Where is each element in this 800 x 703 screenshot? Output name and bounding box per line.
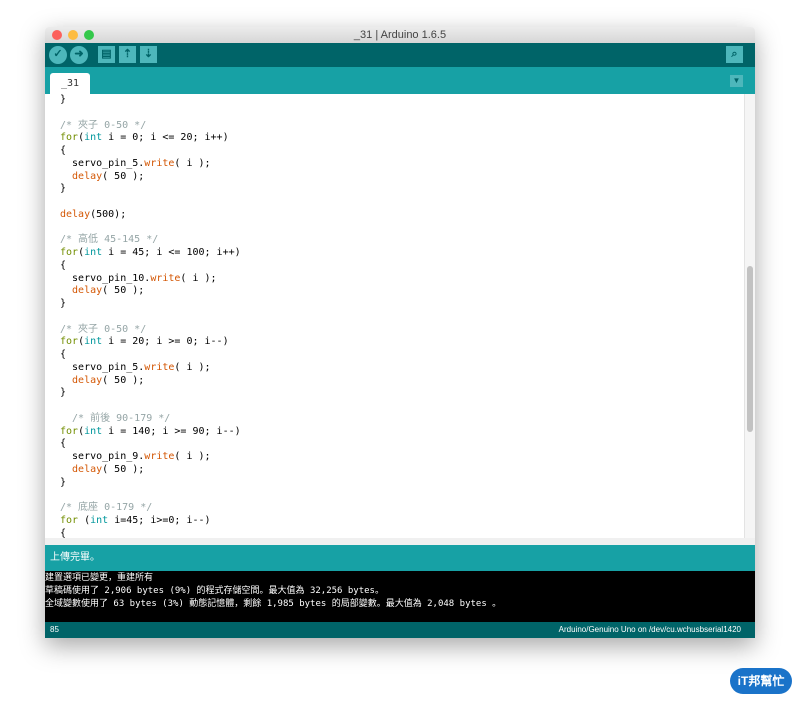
new-button[interactable]: ▤ (98, 46, 115, 63)
code-line: } (60, 94, 67, 105)
minimize-button[interactable] (68, 30, 78, 40)
code-line: for(int i = 140; i >= 90; i--) (60, 425, 241, 437)
code-line: { (60, 259, 67, 271)
code-line: } (60, 298, 67, 309)
status-bar: 上傳完畢。 (45, 545, 755, 571)
code-line: { (60, 349, 67, 360)
window-title: _31 | Arduino 1.6.5 (353, 29, 447, 41)
code-line: /* 底座 0-179 */ (60, 502, 241, 515)
code-line: /* 高低 45-145 */ (60, 234, 241, 247)
code-line: delay(500); (60, 209, 241, 222)
code-line: delay( 50 ); (60, 464, 241, 477)
save-button[interactable]: ⇣ (140, 46, 157, 63)
scrollbar-thumb[interactable] (747, 266, 753, 432)
footer-bar: 85 Arduino/Genuino Uno on /dev/cu.wchusb… (45, 622, 755, 638)
code-line: delay( 50 ); (60, 285, 241, 298)
toolbar: ✓ ➜ ▤ ⇡ ⇣ ⌕ (45, 43, 755, 67)
tab-bar: _31 ▼ (45, 67, 755, 94)
code-line: } (60, 387, 67, 399)
code-line: for(int i = 20; i >= 0; i--) (60, 336, 229, 348)
code-line: servo_pin_10.write( i ); (60, 272, 217, 284)
watermark-logo: iT邦幫忙 (730, 668, 792, 694)
code-comment: /* 夾子 0-50 */ (60, 323, 147, 335)
code-comment: /* 前後 90-179 */ (60, 412, 171, 424)
tab-menu-button[interactable]: ▼ (730, 75, 743, 87)
code-line: /* 夾子 0-50 */ (60, 324, 241, 337)
code-line: servo_pin_9.write( i ); (60, 451, 211, 462)
code-text[interactable]: } /* 夾子 0-50 */for(int i = 0; i <= 20; i… (60, 94, 241, 540)
code-comment: /* 夾子 0-50 */ (60, 119, 147, 131)
code-line: /* 前後 90-179 */ (60, 413, 241, 426)
open-button[interactable]: ⇡ (119, 46, 136, 63)
code-comment: /* 底座 0-179 */ (60, 502, 153, 513)
console-line: 建置選項已變更，重建所有 (45, 573, 154, 583)
arduino-window: _31 | Arduino 1.6.5 ✓ ➜ ▤ ⇡ ⇣ ⌕ _31 ▼ } … (45, 27, 755, 638)
code-line: servo_pin_5.write( i ); (60, 157, 211, 169)
zoom-button[interactable] (84, 30, 94, 40)
code-line: for(int i = 45; i <= 100; i++) (60, 247, 241, 258)
code-line: for(int i = 0; i <= 20; i++) (60, 132, 229, 144)
code-line: { (60, 438, 67, 450)
line-number: 85 (50, 625, 59, 634)
code-line: delay( 50 ); (60, 375, 241, 388)
code-line: } (60, 476, 67, 488)
console-line: 草稿碼使用了 2,906 bytes (9%) 的程式存儲空間。最大值為 32,… (45, 586, 384, 596)
code-line: for (int i=45; i>=0; i--) (60, 514, 211, 526)
title-bar: _31 | Arduino 1.6.5 (45, 27, 755, 43)
console-output: 建置選項已變更，重建所有 草稿碼使用了 2,906 bytes (9%) 的程式… (45, 571, 755, 623)
console-line: 全域變數使用了 63 bytes (3%) 動態記憶體，剩餘 1,985 byt… (45, 599, 502, 609)
code-editor[interactable]: } /* 夾子 0-50 */for(int i = 0; i <= 20; i… (45, 94, 755, 540)
upload-button[interactable]: ➜ (70, 46, 88, 64)
close-button[interactable] (52, 30, 62, 40)
vertical-scrollbar[interactable] (744, 94, 755, 540)
horizontal-scrollbar[interactable] (45, 538, 755, 545)
code-comment: /* 高低 45-145 */ (60, 234, 159, 246)
code-line: } (60, 183, 67, 195)
serial-monitor-button[interactable]: ⌕ (726, 46, 743, 63)
board-port: Arduino/Genuino Uno on /dev/cu.wchusbser… (558, 625, 741, 634)
verify-button[interactable]: ✓ (49, 46, 67, 64)
code-line: { (60, 145, 67, 156)
code-line: delay( 50 ); (60, 171, 241, 184)
code-line: /* 夾子 0-50 */ (60, 120, 241, 133)
tab-sketch[interactable]: _31 (50, 73, 90, 94)
code-line: servo_pin_5.write( i ); (60, 361, 211, 373)
